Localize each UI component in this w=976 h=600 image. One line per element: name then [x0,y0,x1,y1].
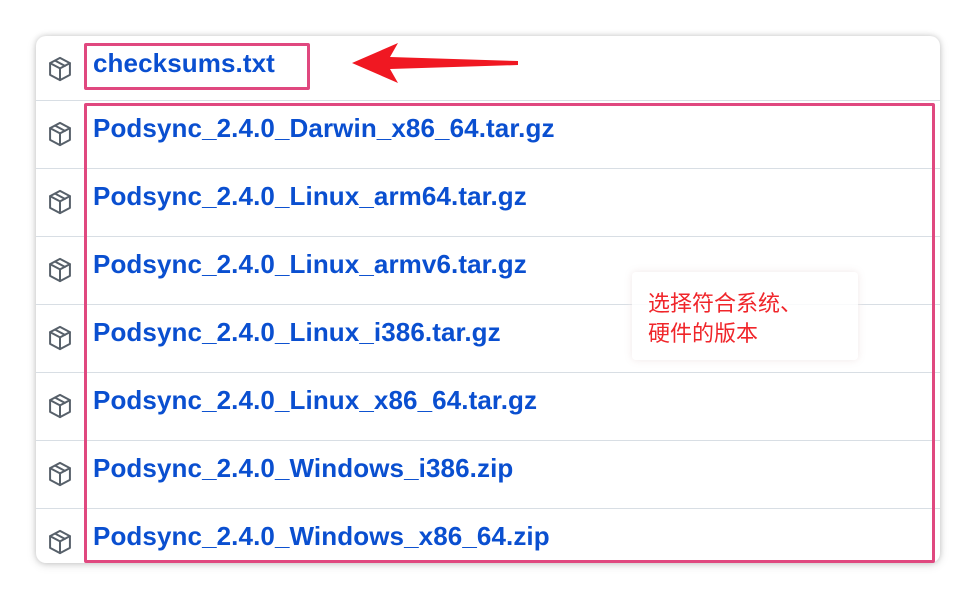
annotation-line-1: 选择符合系统、 [648,292,803,317]
asset-row: Podsync_2.4.0_Linux_x86_64.tar.gz [36,372,940,440]
asset-link-linux-armv6[interactable]: Podsync_2.4.0_Linux_armv6.tar.gz [93,249,527,280]
annotation-note: 选择符合系统、 硬件的版本 [632,272,858,360]
asset-link-linux-i386[interactable]: Podsync_2.4.0_Linux_i386.tar.gz [93,317,501,348]
annotation-line-2: 硬件的版本 [648,322,759,347]
asset-row: Podsync_2.4.0_Linux_arm64.tar.gz [36,168,940,236]
asset-link-darwin-x86-64[interactable]: Podsync_2.4.0_Darwin_x86_64.tar.gz [93,113,555,144]
package-icon [49,121,71,147]
asset-row: Podsync_2.4.0_Windows_i386.zip [36,440,940,508]
package-icon [49,189,71,215]
asset-link-linux-x86-64[interactable]: Podsync_2.4.0_Linux_x86_64.tar.gz [93,385,537,416]
asset-row: Podsync_2.4.0_Darwin_x86_64.tar.gz [36,100,940,168]
package-icon [49,393,71,419]
package-icon [49,461,71,487]
package-icon [49,325,71,351]
asset-row: Podsync_2.4.0_Windows_x86_64.zip [36,508,940,563]
package-icon [49,257,71,283]
asset-link-linux-arm64[interactable]: Podsync_2.4.0_Linux_arm64.tar.gz [93,181,527,212]
red-arrow-icon [352,43,518,83]
asset-link-windows-i386[interactable]: Podsync_2.4.0_Windows_i386.zip [93,453,513,484]
asset-link-checksums[interactable]: checksums.txt [93,48,275,79]
package-icon [49,56,71,82]
asset-link-windows-x86-64[interactable]: Podsync_2.4.0_Windows_x86_64.zip [93,521,550,552]
package-icon [49,529,71,555]
